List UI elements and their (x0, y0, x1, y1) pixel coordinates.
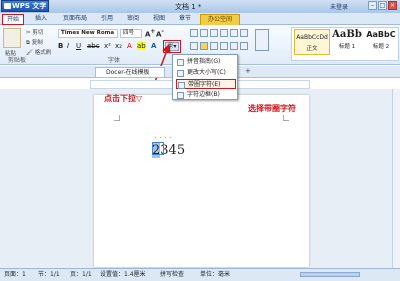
vertical-scrollbar[interactable] (392, 89, 400, 268)
pinyin-icon (177, 59, 184, 66)
menu-item-label: 字符边框(B) (187, 91, 220, 98)
menu-item-label: 拼音指南(G) (187, 58, 221, 65)
zoom-slider[interactable] (300, 272, 360, 277)
margin-corner (114, 115, 120, 121)
status-bar: 页面：1 节：1/1 页：1/1 设置值：1.4厘米 拼写检查 单位：毫米 (0, 268, 400, 281)
char-border-icon (177, 92, 184, 99)
menu-item-label: 带圈字符(E) (188, 81, 221, 88)
selection-outline (152, 142, 164, 155)
menu-item-character-border[interactable]: 字符边框(B) (176, 90, 236, 100)
remaining-text: 345 (160, 143, 186, 158)
change-case-icon (177, 70, 184, 77)
new-tab-icon[interactable]: + (245, 67, 251, 75)
status-section: 节：1/1 (38, 271, 60, 278)
menu-item-pinyin-guide[interactable]: 拼音指南(G) (176, 57, 236, 67)
menu-item-enclosed-character[interactable]: 带圈字符(E) (176, 79, 236, 89)
menu-item-label: 更改大小写(C) (187, 69, 226, 76)
enclosed-character-dropdown: 拼音指南(G) 更改大小写(C) 带圈字符(E) 字符边框(B) (172, 54, 238, 100)
menu-item-change-case[interactable]: 更改大小写(C) (176, 68, 236, 78)
annotation-select-enclosed: 选择带圈字符 (248, 104, 296, 113)
status-pages: 页：1/1 (70, 271, 92, 278)
status-page: 页面：1 (4, 271, 26, 278)
margin-corner (283, 115, 289, 121)
annotation-click-dropdown: 点击下拉▽ (104, 94, 143, 103)
status-setting: 设置值：1.4厘米 (100, 271, 146, 278)
doctab-docer[interactable]: Docer-在线模板 (95, 67, 165, 78)
status-unit: 单位：毫米 (200, 271, 231, 278)
document-page[interactable]: ˇˇˇˇ 2345 (94, 95, 309, 267)
enclosed-char-icon (178, 82, 185, 89)
status-spell-check[interactable]: 拼写检查 (160, 269, 184, 281)
